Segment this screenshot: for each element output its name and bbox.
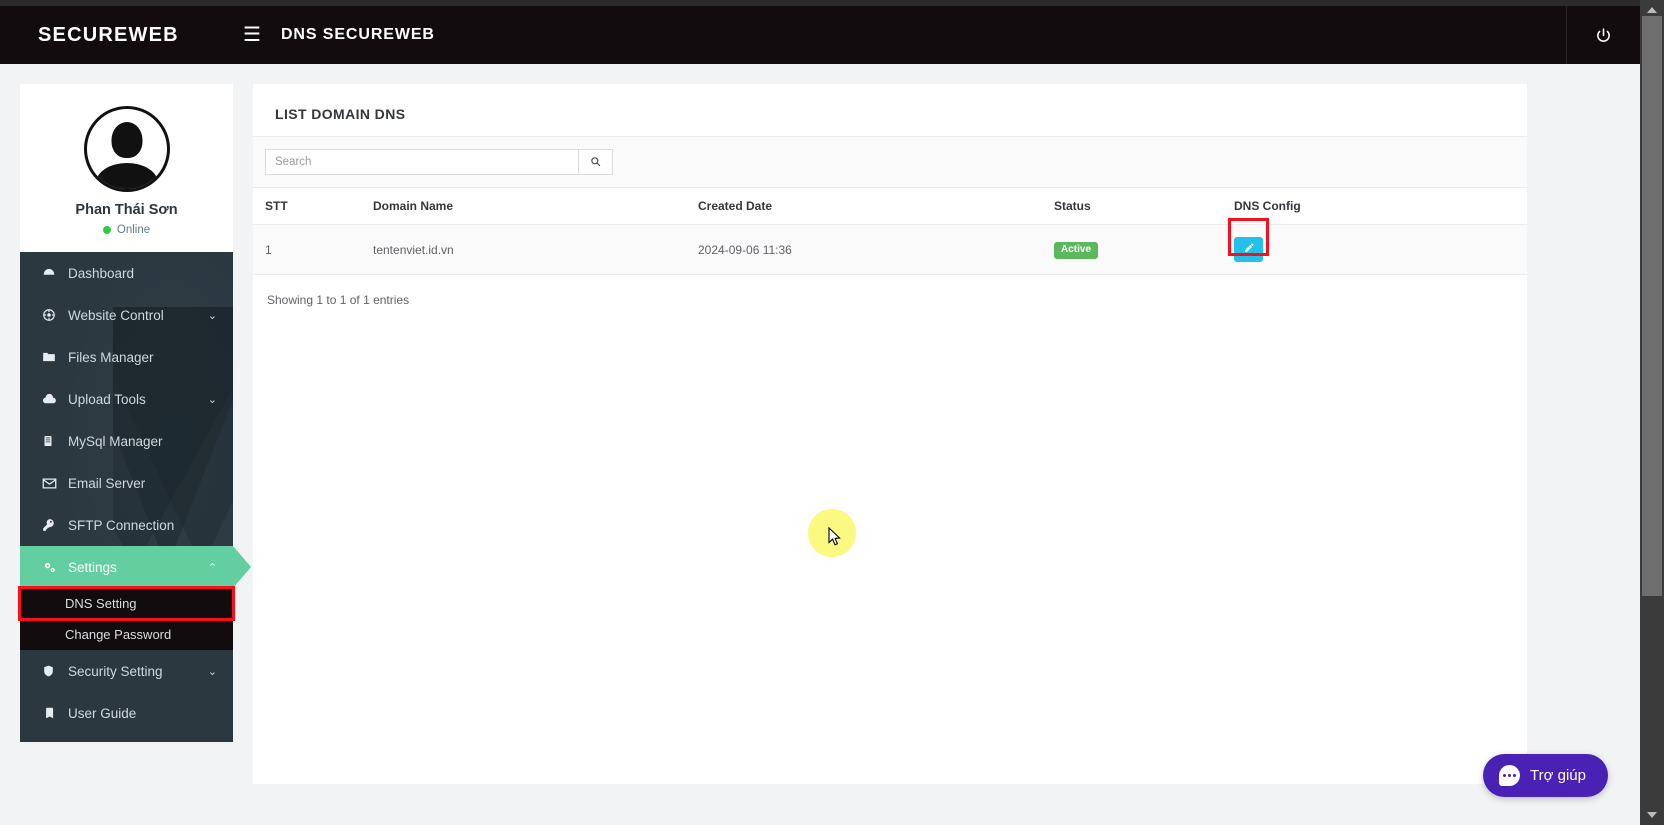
column-header-dns-config[interactable]: DNS Config bbox=[1234, 188, 1527, 225]
submenu-item-change-password[interactable]: Change Password bbox=[20, 619, 233, 650]
submenu-item-label: DNS Setting bbox=[65, 596, 137, 611]
chevron-up-icon: ⌃ bbox=[207, 561, 217, 574]
table-head: STT Domain Name Created Date Status DNS … bbox=[253, 188, 1527, 225]
sidebar-item-user-guide[interactable]: User Guide bbox=[20, 692, 233, 734]
dns-config-edit-button[interactable] bbox=[1234, 237, 1263, 262]
website-control-icon bbox=[42, 308, 62, 322]
entries-info: Showing 1 to 1 of 1 entries bbox=[267, 293, 410, 307]
sidebar: Phan Thái Sơn Online Dashboard Website C… bbox=[18, 84, 251, 742]
top-navbar: SECUREWEB ☰ DNS SECUREWEB bbox=[0, 6, 1640, 64]
page-body: Phan Thái Sơn Online Dashboard Website C… bbox=[0, 64, 1640, 825]
user-avatar-icon bbox=[83, 106, 170, 192]
sidebar-profile: Phan Thái Sơn Online bbox=[20, 84, 233, 252]
online-status-dot bbox=[102, 226, 111, 234]
sidebar-item-label: SFTP Connection bbox=[68, 517, 175, 533]
dns-table: STT Domain Name Created Date Status DNS … bbox=[253, 188, 1527, 275]
sidebar-item-email-server[interactable]: Email Server bbox=[20, 462, 233, 504]
card-title: LIST DOMAIN DNS bbox=[275, 106, 406, 122]
sidebar-item-label: Dashboard bbox=[68, 265, 135, 281]
column-header-created-date[interactable]: Created Date bbox=[698, 188, 1054, 225]
sidebar-item-label: MySql Manager bbox=[68, 433, 163, 449]
sidebar-item-label: Upload Tools bbox=[68, 391, 146, 407]
column-header-status[interactable]: Status bbox=[1054, 188, 1234, 225]
sidebar-item-label: User Guide bbox=[68, 705, 137, 721]
help-chat-widget[interactable]: Trợ giúp bbox=[1483, 754, 1608, 797]
chevron-down-icon: ⌄ bbox=[207, 393, 217, 406]
navbar-right-group bbox=[1566, 6, 1640, 64]
profile-name: Phan Thái Sơn bbox=[75, 202, 178, 218]
sidebar-item-dashboard[interactable]: Dashboard bbox=[20, 252, 233, 294]
envelope-icon bbox=[42, 476, 62, 491]
column-header-stt[interactable]: STT bbox=[253, 188, 373, 225]
brand-logo[interactable]: SECUREWEB bbox=[0, 24, 233, 47]
chevron-down-icon: ⌄ bbox=[207, 309, 217, 322]
sidebar-item-files-manager[interactable]: Files Manager bbox=[20, 336, 233, 378]
cell-stt: 1 bbox=[253, 224, 373, 275]
sidebar-item-mysql-manager[interactable]: MySql Manager bbox=[20, 420, 233, 462]
edit-pencil-icon bbox=[1243, 242, 1255, 257]
sidebar-item-security-setting[interactable]: Security Setting ⌄ bbox=[20, 650, 233, 692]
sidebar-item-label: Security Setting bbox=[68, 663, 163, 679]
navbar-left-group: ☰ DNS SECUREWEB bbox=[243, 25, 435, 45]
profile-status-label: Online bbox=[116, 224, 151, 236]
content-card: LIST DOMAIN DNS STT bbox=[253, 84, 1527, 784]
database-icon bbox=[42, 434, 62, 448]
page-title: DNS SECUREWEB bbox=[280, 26, 435, 43]
sidebar-item-label: Website Control bbox=[68, 307, 164, 323]
search-group bbox=[265, 149, 613, 175]
key-icon bbox=[42, 518, 62, 532]
submenu-item-label: Change Password bbox=[65, 627, 172, 642]
dashboard-icon bbox=[42, 266, 62, 280]
chat-bubble-icon bbox=[1499, 765, 1521, 786]
sidebar-item-settings[interactable]: Settings ⌃ bbox=[20, 546, 251, 588]
cell-dns-config bbox=[1228, 218, 1527, 275]
scroll-up-arrow-icon[interactable] bbox=[1647, 7, 1657, 13]
cell-created-date: 2024-09-06 11:36 bbox=[698, 224, 1054, 275]
sidebar-item-sftp-connection[interactable]: SFTP Connection bbox=[20, 504, 233, 546]
power-logout-icon[interactable] bbox=[1595, 27, 1612, 44]
sidebar-item-upload-tools[interactable]: Upload Tools ⌄ bbox=[20, 378, 233, 420]
sidebar-menu: Dashboard Website Control ⌄ Files Manage… bbox=[18, 252, 251, 742]
scrollbar-thumb[interactable] bbox=[1642, 16, 1662, 596]
table-row: 1 tentenviet.id.vn 2024-09-06 11:36 Acti… bbox=[253, 218, 1527, 275]
search-icon bbox=[590, 155, 601, 170]
table-header-row: STT Domain Name Created Date Status DNS … bbox=[253, 188, 1527, 225]
sidebar-item-label: Settings bbox=[68, 559, 117, 575]
chevron-down-icon: ⌄ bbox=[207, 665, 217, 678]
search-input[interactable] bbox=[265, 149, 578, 175]
profile-status: Online bbox=[20, 224, 233, 236]
browser-scrollbar[interactable] bbox=[1640, 0, 1664, 825]
sidebar-item-website-control[interactable]: Website Control ⌄ bbox=[20, 294, 233, 336]
search-button[interactable] bbox=[578, 149, 613, 175]
folder-icon bbox=[42, 350, 62, 364]
status-badge: Active bbox=[1054, 241, 1099, 259]
column-header-domain-name[interactable]: Domain Name bbox=[373, 188, 698, 225]
hamburger-menu-icon[interactable]: ☰ bbox=[243, 25, 261, 45]
table-body: 1 tentenviet.id.vn 2024-09-06 11:36 Acti… bbox=[253, 218, 1527, 275]
book-icon bbox=[42, 706, 62, 720]
scroll-down-arrow-icon[interactable] bbox=[1647, 812, 1657, 818]
gears-icon bbox=[42, 560, 62, 575]
table-toolbar bbox=[253, 136, 1527, 188]
submenu-item-dns-setting[interactable]: DNS Setting bbox=[18, 586, 235, 621]
cell-domain-name: tentenviet.id.vn bbox=[373, 224, 698, 275]
help-chat-label: Trợ giúp bbox=[1530, 767, 1586, 784]
cloud-upload-icon bbox=[42, 392, 62, 407]
shield-icon bbox=[42, 664, 62, 678]
settings-submenu: DNS Setting Change Password bbox=[18, 586, 235, 650]
cell-status: Active bbox=[1054, 224, 1234, 275]
app-root: SECUREWEB ☰ DNS SECUREWEB Phan Thái Sơn … bbox=[0, 0, 1664, 825]
sidebar-item-label: Files Manager bbox=[68, 349, 154, 365]
sidebar-item-label: Email Server bbox=[68, 475, 146, 491]
